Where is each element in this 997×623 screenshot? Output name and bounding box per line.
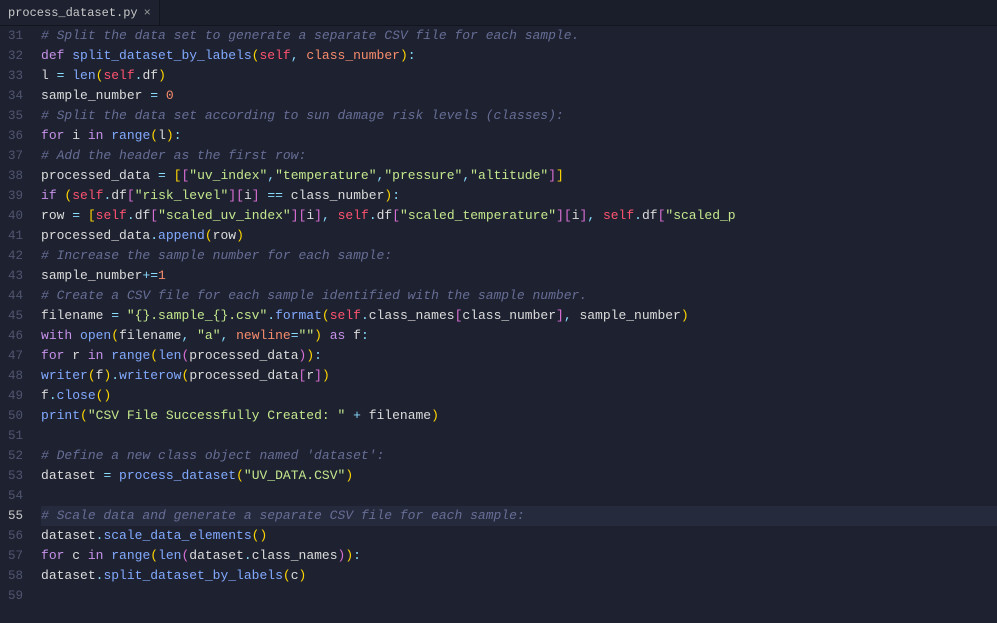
code-line[interactable]: if (self.df["risk_level"][i] == class_nu… (41, 186, 997, 206)
line-number: 44 (8, 286, 23, 306)
line-number: 59 (8, 586, 23, 606)
line-number: 50 (8, 406, 23, 426)
code-line[interactable]: # Split the data set to generate a separ… (41, 26, 997, 46)
code-line[interactable]: f.close() (41, 386, 997, 406)
line-number: 37 (8, 146, 23, 166)
line-number: 56 (8, 526, 23, 546)
line-number: 54 (8, 486, 23, 506)
code-line[interactable] (41, 426, 997, 446)
tab-active[interactable]: process_dataset.py × (0, 0, 160, 25)
code-area[interactable]: # Split the data set to generate a separ… (41, 26, 997, 623)
code-line[interactable]: filename = "{}.sample_{}.csv".format(sel… (41, 306, 997, 326)
code-line[interactable]: with open(filename, "a", newline="") as … (41, 326, 997, 346)
line-number: 35 (8, 106, 23, 126)
line-number: 55 (8, 506, 23, 526)
code-line[interactable]: for i in range(l): (41, 126, 997, 146)
line-number: 52 (8, 446, 23, 466)
line-number: 53 (8, 466, 23, 486)
code-line[interactable]: # Define a new class object named 'datas… (41, 446, 997, 466)
code-line[interactable]: processed_data = [["uv_index","temperatu… (41, 166, 997, 186)
line-number: 36 (8, 126, 23, 146)
line-number: 38 (8, 166, 23, 186)
line-number: 45 (8, 306, 23, 326)
code-line[interactable]: for r in range(len(processed_data)): (41, 346, 997, 366)
code-line[interactable]: dataset = process_dataset("UV_DATA.CSV") (41, 466, 997, 486)
line-number: 32 (8, 46, 23, 66)
code-line[interactable]: writer(f).writerow(processed_data[r]) (41, 366, 997, 386)
line-number: 41 (8, 226, 23, 246)
code-line[interactable] (41, 586, 997, 606)
code-line[interactable]: for c in range(len(dataset.class_names))… (41, 546, 997, 566)
code-line[interactable]: sample_number+=1 (41, 266, 997, 286)
line-number: 47 (8, 346, 23, 366)
line-number: 49 (8, 386, 23, 406)
line-number: 39 (8, 186, 23, 206)
line-number-gutter: 3132333435363738394041424344454647484950… (0, 26, 41, 623)
line-number: 34 (8, 86, 23, 106)
code-line[interactable]: dataset.scale_data_elements() (41, 526, 997, 546)
line-number: 57 (8, 546, 23, 566)
code-line[interactable]: processed_data.append(row) (41, 226, 997, 246)
code-line[interactable]: # Split the data set according to sun da… (41, 106, 997, 126)
code-line[interactable]: l = len(self.df) (41, 66, 997, 86)
line-number: 51 (8, 426, 23, 446)
code-line[interactable]: # Create a CSV file for each sample iden… (41, 286, 997, 306)
editor[interactable]: 3132333435363738394041424344454647484950… (0, 26, 997, 623)
code-line[interactable]: # Add the header as the first row: (41, 146, 997, 166)
code-line[interactable] (41, 486, 997, 506)
line-number: 42 (8, 246, 23, 266)
line-number: 33 (8, 66, 23, 86)
code-line[interactable]: # Increase the sample number for each sa… (41, 246, 997, 266)
code-line[interactable]: dataset.split_dataset_by_labels(c) (41, 566, 997, 586)
tab-bar: process_dataset.py × (0, 0, 997, 26)
close-icon[interactable]: × (144, 4, 151, 22)
code-line[interactable]: sample_number = 0 (41, 86, 997, 106)
line-number: 46 (8, 326, 23, 346)
line-number: 31 (8, 26, 23, 46)
code-line[interactable]: row = [self.df["scaled_uv_index"][i], se… (41, 206, 997, 226)
line-number: 48 (8, 366, 23, 386)
line-number: 58 (8, 566, 23, 586)
code-line[interactable]: # Scale data and generate a separate CSV… (41, 506, 997, 526)
line-number: 40 (8, 206, 23, 226)
code-line[interactable]: print("CSV File Successfully Created: " … (41, 406, 997, 426)
code-line[interactable]: def split_dataset_by_labels(self, class_… (41, 46, 997, 66)
tab-filename: process_dataset.py (8, 4, 138, 22)
line-number: 43 (8, 266, 23, 286)
